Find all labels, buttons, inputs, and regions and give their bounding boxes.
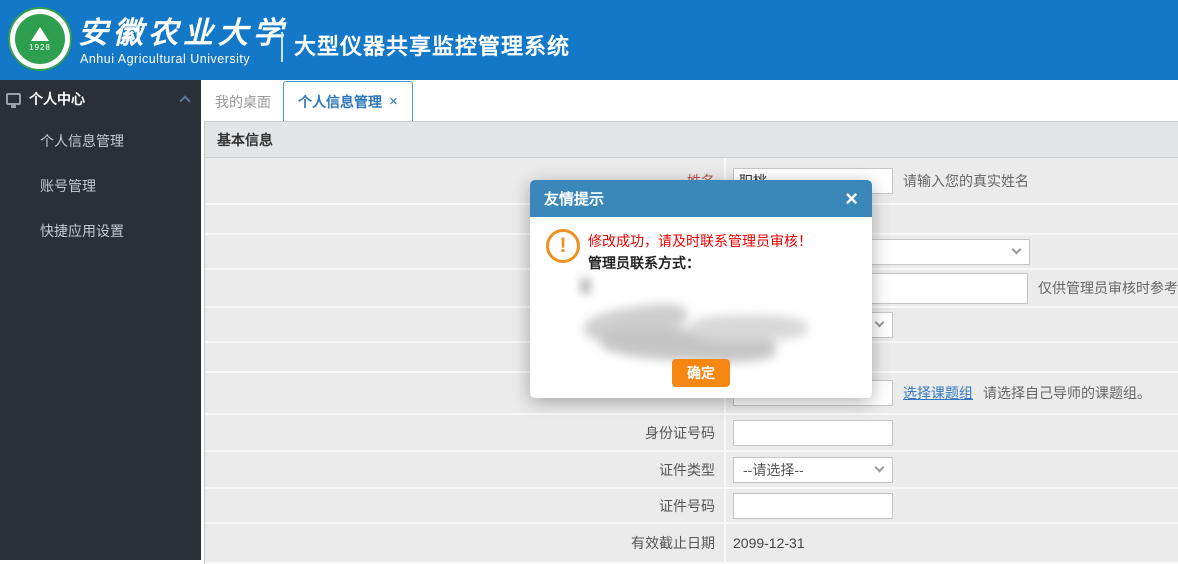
sidebar-item-account[interactable]: 账号管理 [0, 163, 201, 208]
form-row-id-number: 身份证号码 [205, 415, 1178, 452]
exclamation-circle-icon: ! [546, 229, 580, 263]
valid-until-value: 2099-12-31 [733, 535, 805, 551]
cert-number-input[interactable] [733, 492, 893, 519]
panel-title: 基本信息 [205, 122, 1178, 158]
field-hint: 请选择自己导师的课题组。 [983, 385, 1151, 401]
close-icon[interactable]: × [389, 93, 398, 110]
chevron-up-icon [179, 94, 191, 107]
field-label: 证件号码 [205, 489, 726, 522]
dialog-contact-label: 管理员联系方式： [588, 255, 700, 271]
sidebar-section-personal-center[interactable]: 个人中心 [0, 80, 201, 118]
university-logo: 1928 [8, 7, 72, 71]
sidebar: 个人中心 个人信息管理 账号管理 快捷应用设置 [0, 80, 201, 560]
tab-personal-info[interactable]: 个人信息管理 × [283, 81, 413, 121]
tab-strip: 我的桌面 个人信息管理 × [201, 80, 1178, 121]
chevron-down-icon [874, 317, 885, 328]
form-row-cert-number: 证件号码 [205, 489, 1178, 524]
cert-type-select[interactable]: --请选择-- [733, 456, 893, 483]
sidebar-item-personal-info[interactable]: 个人信息管理 [0, 118, 201, 163]
id-number-input[interactable] [733, 419, 893, 446]
sidebar-item-quick-apps[interactable]: 快捷应用设置 [0, 208, 201, 253]
ok-button[interactable]: 确定 [672, 359, 730, 387]
university-name-cn: 安徽农业大学 [78, 17, 288, 50]
dialog-message: 修改成功，请及时联系管理员审核！ [588, 233, 812, 249]
university-name-en: Anhui Agricultural University [80, 52, 251, 66]
field-label: 有效截止日期 [205, 524, 726, 562]
top-banner: 1928 安徽农业大学 Anhui Agricultural Universit… [0, 0, 1178, 80]
system-title: 大型仪器共享监控管理系统 [294, 34, 571, 59]
chevron-down-icon [874, 462, 885, 473]
dialog-title: 友情提示 [544, 191, 605, 208]
field-hint: 请输入您的真实姓名 [903, 172, 1029, 189]
dialog-header: 友情提示 × [530, 180, 872, 217]
dialog-body: ! 修改成功，请及时联系管理员审核！ 管理员联系方式： 确定 [530, 217, 872, 398]
desktop-icon [6, 93, 21, 108]
notice-dialog: 友情提示 × ! 修改成功，请及时联系管理员审核！ 管理员联系方式： 确定 [530, 180, 872, 398]
select-research-group-link[interactable]: 选择课题组 [903, 383, 973, 403]
redacted-contact-info [560, 279, 820, 369]
form-row-cert-type: 证件类型 --请选择-- [205, 452, 1178, 489]
tab-label: 我的桌面 [215, 94, 271, 110]
banner-separator [281, 32, 283, 62]
tab-my-desktop[interactable]: 我的桌面 [203, 83, 283, 121]
tree-icon [31, 26, 49, 41]
university-logo-emblem: 1928 [15, 14, 65, 64]
select-value: --请选择-- [743, 461, 804, 478]
field-label: 身份证号码 [205, 415, 726, 450]
field-label: 证件类型 [205, 452, 726, 487]
logo-year: 1928 [29, 42, 51, 52]
close-icon[interactable]: × [845, 187, 858, 210]
chevron-down-icon [1011, 244, 1022, 255]
form-row-valid-until: 有效截止日期 2099-12-31 [205, 524, 1178, 564]
sidebar-section-label: 个人中心 [29, 91, 85, 107]
tab-label: 个人信息管理 [298, 93, 382, 110]
field-hint: 仅供管理员审核时参考 [1038, 280, 1178, 296]
